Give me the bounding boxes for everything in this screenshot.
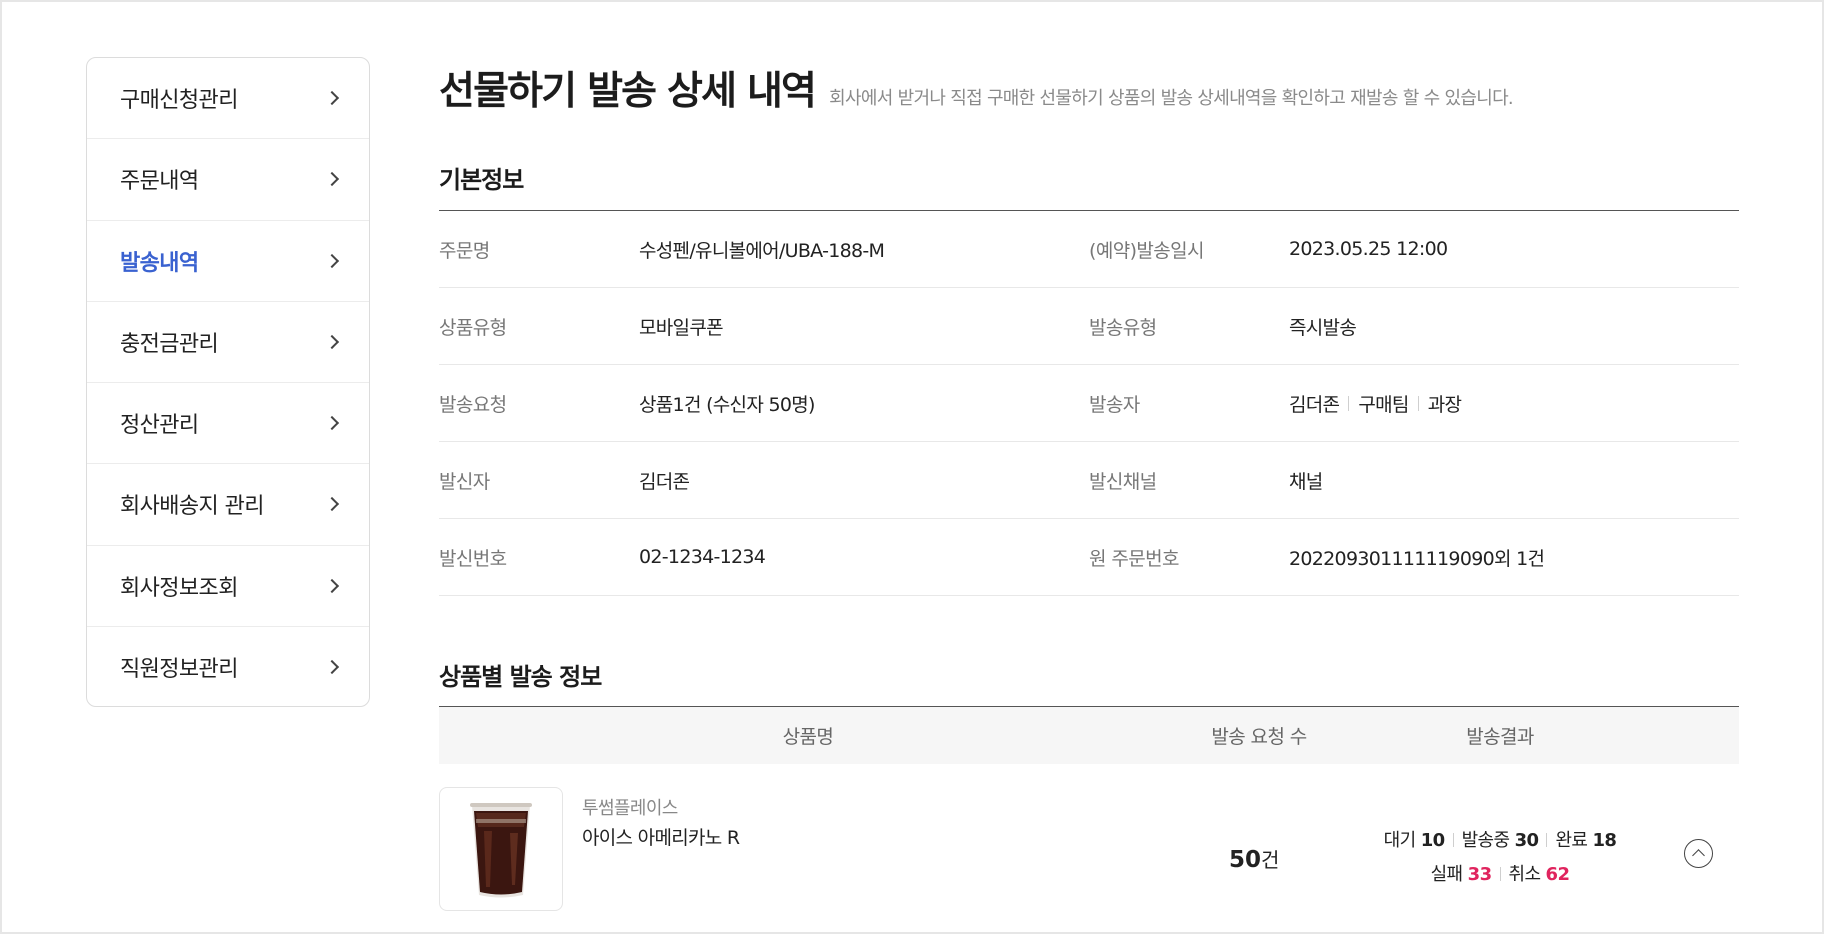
divider xyxy=(1417,395,1419,411)
page-title: 선물하기 발송 상세 내역 xyxy=(439,69,817,114)
main-content: 선물하기 발송 상세 내역 회사에서 받거나 직접 구매한 선물하기 상품의 발… xyxy=(439,60,1739,911)
table-row: 투썸플레이스 아이스 아메리카노 R 50건 대기 10 발송중 30 완료 18 … xyxy=(439,764,1739,914)
sidebar-item-credit[interactable]: 충전금관리 xyxy=(87,302,369,383)
page-description: 회사에서 받거나 직접 구매한 선물하기 상품의 발송 상세내역을 확인하고 재… xyxy=(829,88,1514,109)
info-value: 2023.05.25 12:00 xyxy=(1289,238,1448,260)
chevron-right-icon xyxy=(324,660,340,675)
info-key: 발송유형 xyxy=(1089,316,1157,339)
sidebar-item-company-info[interactable]: 회사정보조회 xyxy=(87,546,369,627)
column-header-count: 발송 요청 수 xyxy=(1211,726,1307,748)
wait-value: 10 xyxy=(1420,830,1445,851)
divider xyxy=(1546,833,1548,847)
sending-value: 30 xyxy=(1514,830,1539,851)
request-count-value: 50 xyxy=(1229,847,1262,873)
sidebar-item-label: 구매신청관리 xyxy=(120,88,238,114)
chevron-right-icon xyxy=(324,416,340,431)
product-info-title: 상품별 발송 정보 xyxy=(439,663,602,691)
info-value: 상품1건 (수신자 50명) xyxy=(639,393,815,416)
sidebar-item-shipments[interactable]: 발송내역 xyxy=(87,221,369,302)
fail-value: 33 xyxy=(1467,864,1492,885)
chevron-right-icon xyxy=(324,253,340,268)
info-key: 발신자 xyxy=(439,470,490,493)
sidebar-item-label: 충전금관리 xyxy=(120,331,219,357)
cancel-label: 취소 xyxy=(1508,864,1542,885)
info-value: 모바일쿠폰 xyxy=(639,316,724,339)
send-result: 대기 10 발송중 30 완료 18 실패 33 취소 62 xyxy=(1341,824,1659,892)
info-key: (예약)발송일시 xyxy=(1089,239,1205,262)
product-brand: 투썸플레이스 xyxy=(582,798,678,819)
info-key: 발신채널 xyxy=(1089,470,1157,493)
basic-info-title: 기본정보 xyxy=(439,166,524,194)
product-table: 상품명 발송 요청 수 발송결과 투썸플레이스 아이스 아메리카노 R 50건 xyxy=(439,706,1739,914)
sender-name: 김더존 xyxy=(1289,393,1340,416)
divider xyxy=(1452,833,1454,847)
info-value: 수성펜/유니볼에어/UBA-188-M xyxy=(639,239,885,262)
basic-info-table: 주문명 수성펜/유니볼에어/UBA-188-M (예약)발송일시 2023.05… xyxy=(439,210,1739,596)
info-key: 발송자 xyxy=(1089,393,1140,416)
fail-label: 실패 xyxy=(1430,864,1464,885)
chevron-right-icon xyxy=(324,578,340,593)
sidebar-item-label: 회사배송지 관리 xyxy=(120,494,264,520)
sidebar-item-orders[interactable]: 주문내역 xyxy=(87,139,369,221)
divider xyxy=(1348,395,1350,411)
info-key: 원 주문번호 xyxy=(1089,547,1179,570)
sender-position: 과장 xyxy=(1427,393,1462,416)
sidebar-item-purchase-request[interactable]: 구매신청관리 xyxy=(87,58,369,140)
info-row: 발신자 김더존 발신채널 채널 xyxy=(439,442,1739,519)
chevron-up-circle-icon xyxy=(1692,849,1705,862)
column-header-name: 상품명 xyxy=(782,726,834,748)
request-count: 50건 xyxy=(1229,844,1279,873)
product-name: 아이스 아메리카노 R xyxy=(582,827,740,849)
chevron-right-icon xyxy=(324,497,340,512)
wait-label: 대기 xyxy=(1383,830,1417,851)
info-value: 김더존 xyxy=(639,470,690,493)
result-line-1: 대기 10 발송중 30 완료 18 xyxy=(1341,824,1659,858)
info-row: 주문명 수성펜/유니볼에어/UBA-188-M (예약)발송일시 2023.05… xyxy=(439,211,1739,288)
info-row: 발송요청 상품1건 (수신자 50명) 발송자 김더존 구매팀 과장 xyxy=(439,365,1739,442)
info-row: 발신번호 02-1234-1234 원 주문번호 202209301111119… xyxy=(439,519,1739,596)
sidebar-nav: 구매신청관리 주문내역 발송내역 충전금관리 정산관리 회사배송지 관리 회사정… xyxy=(86,57,370,707)
sidebar-item-employees[interactable]: 직원정보관리 xyxy=(87,627,369,706)
sidebar-item-label: 주문내역 xyxy=(120,169,199,195)
sidebar-item-label: 회사정보조회 xyxy=(120,575,238,601)
sidebar-item-label: 직원정보관리 xyxy=(120,657,238,683)
info-key: 상품유형 xyxy=(439,316,507,339)
info-key: 발신번호 xyxy=(439,547,507,570)
done-value: 18 xyxy=(1592,830,1617,851)
info-key: 발송요청 xyxy=(439,393,507,416)
chevron-right-icon xyxy=(324,334,340,349)
sidebar-item-label: 정산관리 xyxy=(120,413,199,439)
result-line-2: 실패 33 취소 62 xyxy=(1341,858,1659,892)
sending-label: 발송중 xyxy=(1461,830,1510,851)
product-thumbnail xyxy=(439,787,563,911)
sender-team: 구매팀 xyxy=(1358,393,1409,416)
info-value: 202209301111119090외 1건 xyxy=(1289,547,1545,570)
product-table-header: 상품명 발송 요청 수 발송결과 xyxy=(439,707,1739,764)
chevron-right-icon xyxy=(324,172,340,187)
page-header: 선물하기 발송 상세 내역 회사에서 받거나 직접 구매한 선물하기 상품의 발… xyxy=(439,60,1739,120)
info-value: 채널 xyxy=(1289,470,1323,493)
sender-value: 김더존 구매팀 과장 xyxy=(1289,390,1462,417)
sidebar-item-company-address[interactable]: 회사배송지 관리 xyxy=(87,464,369,546)
info-value: 02-1234-1234 xyxy=(639,546,766,568)
info-row: 상품유형 모바일쿠폰 발송유형 즉시발송 xyxy=(439,288,1739,365)
done-label: 완료 xyxy=(1555,830,1588,851)
info-key: 주문명 xyxy=(439,239,490,262)
divider xyxy=(1499,867,1501,881)
column-header-result: 발송결과 xyxy=(1466,726,1534,748)
iced-americano-cup-image xyxy=(470,803,532,898)
cancel-value: 62 xyxy=(1545,864,1570,885)
info-value: 즉시발송 xyxy=(1289,316,1357,339)
collapse-toggle-button[interactable] xyxy=(1684,839,1713,868)
sidebar-item-settlement[interactable]: 정산관리 xyxy=(87,383,369,465)
chevron-right-icon xyxy=(324,91,340,106)
sidebar-item-label: 발송내역 xyxy=(120,250,199,276)
request-count-unit: 건 xyxy=(1261,848,1280,872)
